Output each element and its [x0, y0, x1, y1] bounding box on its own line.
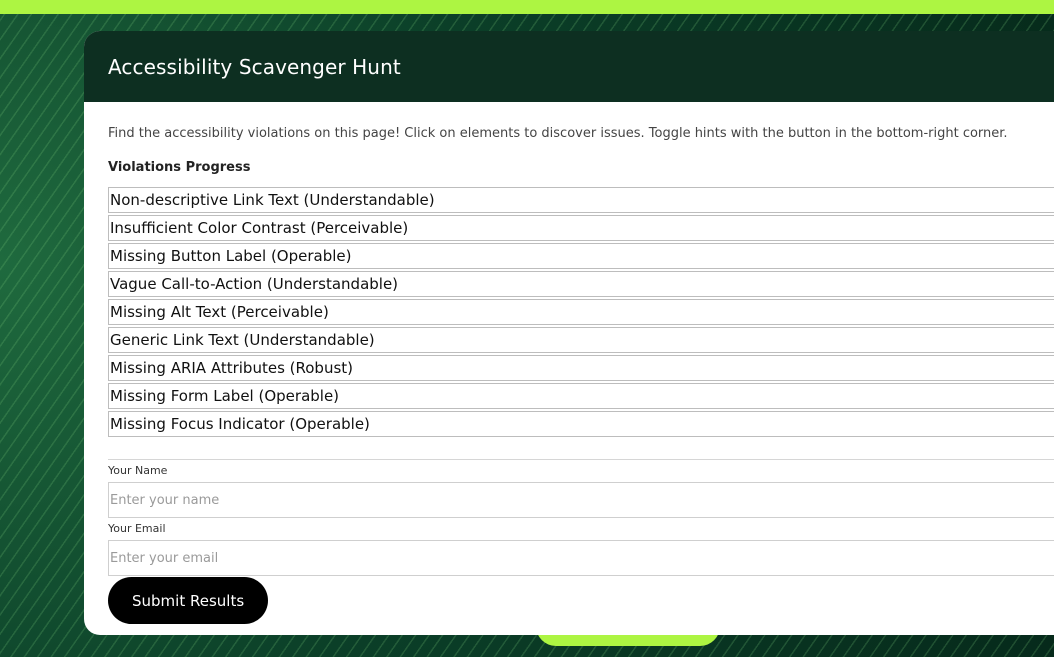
page-title: Accessibility Scavenger Hunt [108, 54, 401, 79]
results-form: Your Name Your Email Submit Results [108, 463, 1054, 624]
violation-item: Vague Call-to-Action (Understandable) [108, 271, 1054, 297]
email-input[interactable] [108, 540, 1054, 576]
card-header: Accessibility Scavenger Hunt [84, 31, 1054, 102]
violation-item: Missing Button Label (Operable) [108, 243, 1054, 269]
top-accent-strip [0, 0, 1054, 14]
intro-text: Find the accessibility violations on thi… [108, 126, 1008, 141]
violation-item: Non-descriptive Link Text (Understandabl… [108, 187, 1054, 213]
violation-item: Missing Alt Text (Perceivable) [108, 299, 1054, 325]
email-field-label: Your Email [108, 522, 166, 535]
name-input[interactable] [108, 482, 1054, 518]
progress-heading: Violations Progress [108, 160, 251, 175]
form-divider [108, 459, 1054, 460]
violations-list: Non-descriptive Link Text (Understandabl… [108, 187, 1054, 437]
violation-item: Missing Focus Indicator (Operable) [108, 411, 1054, 437]
violation-item: Missing Form Label (Operable) [108, 383, 1054, 409]
violation-item: Insufficient Color Contrast (Perceivable… [108, 215, 1054, 241]
violation-item: Generic Link Text (Understandable) [108, 327, 1054, 353]
scavenger-hunt-card: Accessibility Scavenger Hunt Find the ac… [84, 31, 1054, 635]
card-body: Find the accessibility violations on thi… [84, 102, 1054, 624]
violation-item: Missing ARIA Attributes (Robust) [108, 355, 1054, 381]
name-field-label: Your Name [108, 464, 168, 477]
submit-results-button[interactable]: Submit Results [108, 577, 269, 624]
